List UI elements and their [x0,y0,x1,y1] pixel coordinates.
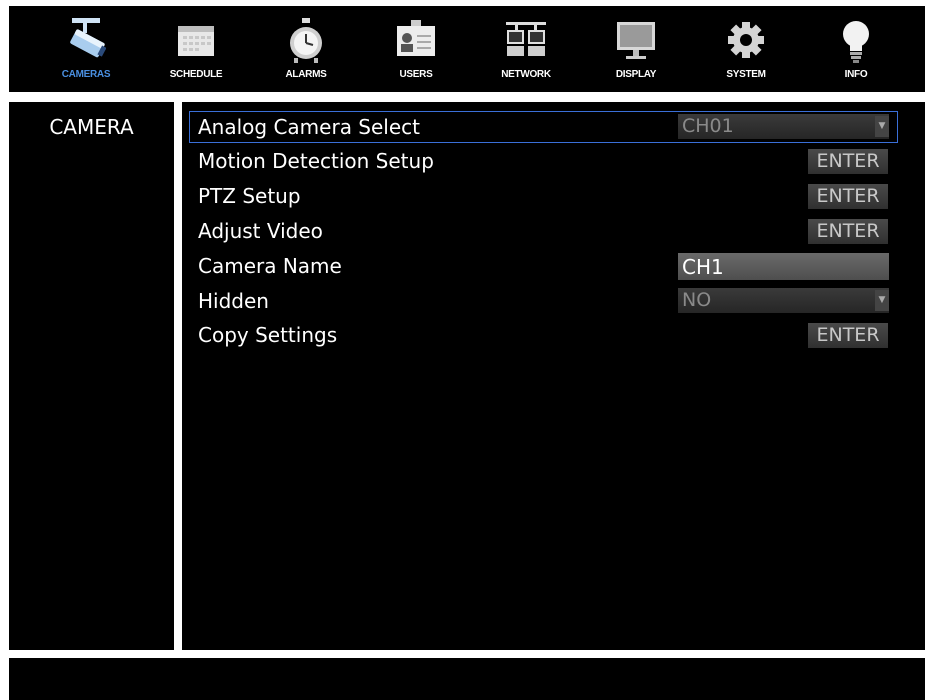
dropdown-value: CH01 [682,115,734,137]
nav-label: SCHEDULE [169,69,223,80]
sidebar-item-camera[interactable]: CAMERA [9,115,174,139]
setting-row-ptz-setup: PTZ Setup ENTER [182,181,925,211]
nav-cameras[interactable]: CAMERAS [36,6,136,92]
adjust-video-enter-button[interactable]: ENTER [808,219,888,244]
nav-alarms[interactable]: ALARMS [256,6,356,92]
setting-label: Adjust Video [198,219,323,243]
nav-users[interactable]: USERS [366,6,466,92]
camera-icon [70,18,106,58]
setting-row-analog-camera-select[interactable]: Analog Camera Select CH01 ▼ [189,111,898,143]
top-menu-bar: CAMERAS SCHEDULE ALARMS USERS NETWORK DI… [9,6,925,92]
nav-label: CAMERAS [61,69,111,80]
setting-label: Analog Camera Select [198,115,421,139]
nav-label: INFO [844,69,868,80]
setting-row-camera-name: Camera Name CH1 [182,251,925,281]
nav-display[interactable]: DISPLAY [586,6,686,92]
monitor-icon [617,22,655,59]
nav-label: USERS [399,69,433,80]
sidebar: CAMERA [9,102,174,650]
setting-row-adjust-video: Adjust Video ENTER [182,216,925,246]
camera-name-field[interactable]: CH1 [678,253,889,280]
dropdown-arrow-icon: ▼ [875,116,889,137]
status-bar [9,658,925,700]
nav-label: SYSTEM [726,69,766,80]
alarm-clock-icon [290,18,322,63]
setting-label: Copy Settings [198,323,338,347]
nav-label: DISPLAY [615,69,657,80]
camera-name-value: CH1 [682,255,724,279]
id-card-icon [397,20,435,56]
window-frame: CAMERAS SCHEDULE ALARMS USERS NETWORK DI… [0,0,925,700]
setting-label: Motion Detection Setup [198,149,434,173]
motion-detection-enter-button[interactable]: ENTER [808,149,888,174]
setting-label: Camera Name [198,254,342,278]
lightbulb-icon [843,21,869,63]
copy-settings-enter-button[interactable]: ENTER [808,323,888,348]
nav-schedule[interactable]: SCHEDULE [146,6,246,92]
setting-row-hidden: Hidden NO ▼ [182,286,925,316]
nav-info[interactable]: INFO [806,6,906,92]
setting-row-motion-detection-setup: Motion Detection Setup ENTER [182,146,925,176]
nav-label: ALARMS [285,69,327,80]
nav-network[interactable]: NETWORK [476,6,576,92]
nav-label: NETWORK [501,69,551,80]
setting-label: Hidden [198,289,269,313]
ptz-setup-enter-button[interactable]: ENTER [808,184,888,209]
settings-panel: Analog Camera Select CH01 ▼ Motion Detec… [182,102,925,650]
dropdown-arrow-icon: ▼ [875,290,889,311]
setting-row-copy-settings: Copy Settings ENTER [182,320,925,350]
hidden-dropdown[interactable]: NO ▼ [678,288,889,313]
dropdown-value: NO [682,289,712,311]
gear-icon [728,22,764,58]
setting-label: PTZ Setup [198,184,301,208]
nav-system[interactable]: SYSTEM [696,6,796,92]
network-icon [506,22,546,56]
calendar-icon [178,26,214,56]
analog-camera-select-dropdown[interactable]: CH01 ▼ [678,114,889,139]
